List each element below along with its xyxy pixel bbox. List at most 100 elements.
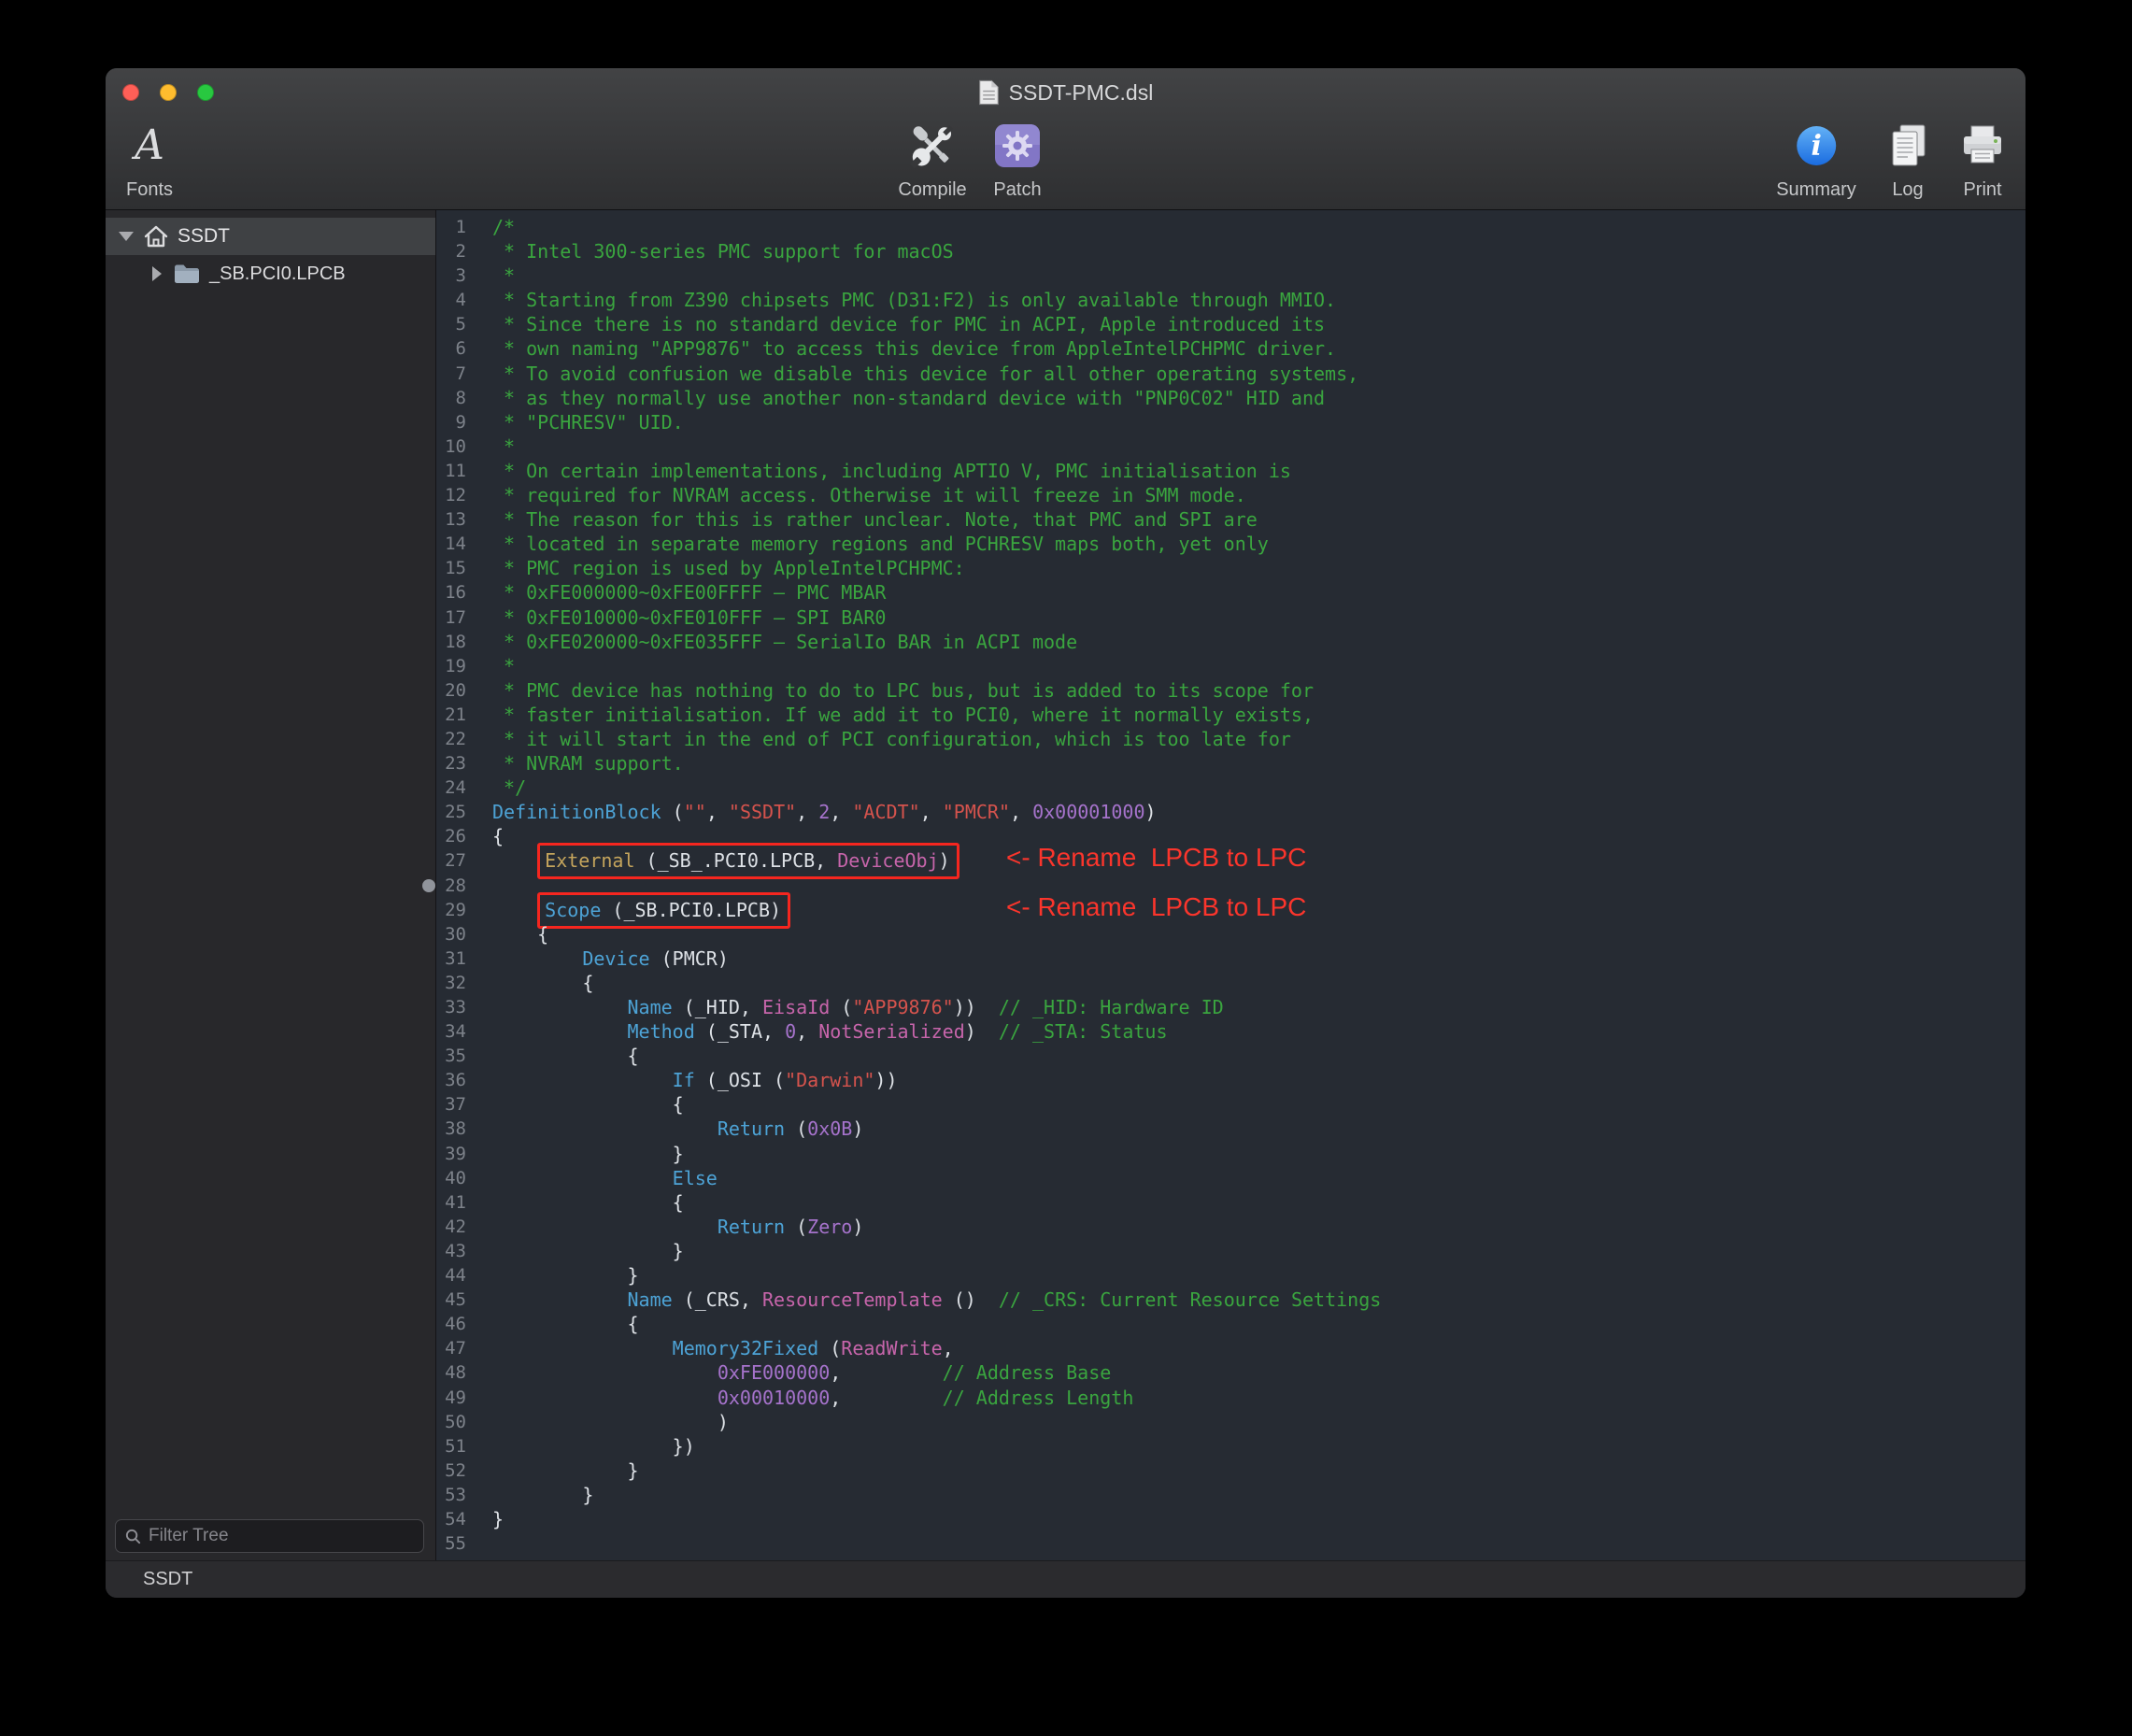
line-number: 39 (436, 1142, 466, 1166)
code-line[interactable]: } (477, 1507, 2025, 1531)
line-number: 51 (436, 1434, 466, 1459)
app-window: SSDT-PMC.dsl A Fonts (106, 68, 2025, 1598)
code-line[interactable]: * Since there is no standard device for … (477, 312, 2025, 336)
code-line[interactable]: { (477, 1312, 2025, 1336)
line-number: 19 (436, 654, 466, 678)
code-line[interactable]: } (477, 1263, 2025, 1288)
line-number: 28 (436, 874, 466, 898)
print-icon (1959, 124, 2006, 167)
code-line[interactable]: * it will start in the end of PCI config… (477, 727, 2025, 751)
code-line[interactable]: * 0xFE000000~0xFE00FFFF — PMC MBAR (477, 580, 2025, 605)
tree-item-sb-pci0-lpcb[interactable]: _SB.PCI0.LPCB (106, 255, 435, 292)
line-number: 55 (436, 1531, 466, 1556)
code-line[interactable]: 0x00010000, // Address Length (477, 1386, 2025, 1410)
line-number: 50 (436, 1410, 466, 1434)
line-number: 22 (436, 727, 466, 751)
disclosure-right-icon[interactable] (152, 266, 162, 281)
line-number: 40 (436, 1166, 466, 1190)
code-line[interactable]: { (477, 971, 2025, 995)
code-line[interactable]: ) (477, 1410, 2025, 1434)
line-number: 43 (436, 1239, 466, 1263)
code-line[interactable]: * Starting from Z390 chipsets PMC (D31:F… (477, 288, 2025, 312)
status-text: SSDT (143, 1569, 192, 1590)
code-line[interactable]: * "PCHRESV" UID. (477, 410, 2025, 434)
code-line[interactable]: * Intel 300-series PMC support for macOS (477, 239, 2025, 263)
code-line[interactable]: * (477, 434, 2025, 459)
code-editor[interactable]: 1234567891011121314151617181920212223242… (436, 210, 2025, 1560)
code-line[interactable]: */ (477, 776, 2025, 800)
code-area[interactable]: /* * Intel 300-series PMC support for ma… (477, 215, 2025, 1560)
line-number: 26 (436, 824, 466, 848)
code-line[interactable]: } (477, 1142, 2025, 1166)
filter-tree-field[interactable] (115, 1519, 424, 1553)
line-number: 20 (436, 678, 466, 703)
code-line[interactable]: } (477, 1483, 2025, 1507)
code-line[interactable]: * The reason for this is rather unclear.… (477, 507, 2025, 532)
close-button[interactable] (122, 84, 139, 101)
code-line[interactable]: * NVRAM support. (477, 751, 2025, 776)
line-number: 34 (436, 1019, 466, 1044)
line-number: 5 (436, 312, 466, 336)
code-line[interactable]: { (477, 1092, 2025, 1117)
line-number: 33 (436, 995, 466, 1019)
code-line[interactable] (477, 1531, 2025, 1556)
code-line[interactable]: Return (0x0B) (477, 1117, 2025, 1141)
code-line[interactable]: * 0xFE010000~0xFE010FFF — SPI BAR0 (477, 605, 2025, 630)
filter-input[interactable] (149, 1526, 415, 1546)
patch-button[interactable]: Patch (990, 119, 1045, 201)
code-line[interactable]: } (477, 1239, 2025, 1263)
code-line[interactable]: Memory32Fixed (ReadWrite, (477, 1336, 2025, 1360)
code-line[interactable]: * faster initialisation. If we add it to… (477, 703, 2025, 727)
summary-info-icon: i (1795, 124, 1838, 167)
code-line[interactable]: Method (_STA, 0, NotSerialized) // _STA:… (477, 1019, 2025, 1044)
line-number: 12 (436, 483, 466, 507)
log-button[interactable]: Log (1885, 119, 1930, 201)
code-line[interactable]: { (477, 922, 2025, 946)
tree-item-ssdt[interactable]: SSDT (106, 218, 435, 255)
tree-item-label: _SB.PCI0.LPCB (209, 263, 346, 285)
fonts-label: Fonts (126, 179, 173, 201)
window-chrome: SSDT-PMC.dsl A Fonts (106, 68, 2025, 210)
title-bar[interactable]: SSDT-PMC.dsl (106, 68, 2025, 117)
zoom-button[interactable] (197, 84, 214, 101)
print-button[interactable]: Print (1959, 119, 2006, 201)
code-line[interactable]: * PMC device has nothing to do to LPC bu… (477, 678, 2025, 703)
code-line[interactable]: * On certain implementations, including … (477, 459, 2025, 483)
code-line[interactable]: * (477, 654, 2025, 678)
code-line[interactable]: * located in separate memory regions and… (477, 532, 2025, 556)
code-line[interactable]: * PMC region is used by AppleIntelPCHPMC… (477, 556, 2025, 580)
code-line[interactable]: * own naming "APP9876" to access this de… (477, 336, 2025, 361)
code-line[interactable]: Name (_CRS, ResourceTemplate () // _CRS:… (477, 1288, 2025, 1312)
code-line[interactable]: /* (477, 215, 2025, 239)
code-line[interactable]: If (_OSI ("Darwin")) (477, 1068, 2025, 1092)
code-line[interactable]: DefinitionBlock ("", "SSDT", 2, "ACDT", … (477, 800, 2025, 824)
minimize-button[interactable] (160, 84, 177, 101)
rename-annotation: <- Rename LPCB to LPC (1006, 895, 1306, 919)
code-line[interactable]: { (477, 1190, 2025, 1215)
code-line[interactable]: * 0xFE020000~0xFE035FFF — SerialIo BAR i… (477, 630, 2025, 654)
code-line[interactable]: } (477, 1459, 2025, 1483)
line-number: 31 (436, 946, 466, 971)
line-number: 41 (436, 1190, 466, 1215)
summary-button[interactable]: i Summary (1776, 119, 1856, 201)
code-line[interactable]: * required for NVRAM access. Otherwise i… (477, 483, 2025, 507)
code-line[interactable]: Scope (_SB.PCI0.LPCB)<- Rename LPCB to L… (477, 898, 2025, 922)
disclosure-down-icon[interactable] (119, 232, 134, 241)
code-line[interactable]: Device (PMCR) (477, 946, 2025, 971)
code-line[interactable]: Else (477, 1166, 2025, 1190)
window-title-group: SSDT-PMC.dsl (978, 79, 1154, 106)
code-line[interactable]: * To avoid confusion we disable this dev… (477, 362, 2025, 386)
code-line[interactable]: * as they normally use another non-stand… (477, 386, 2025, 410)
line-number: 6 (436, 336, 466, 361)
code-line[interactable]: }) (477, 1434, 2025, 1459)
code-line[interactable]: * (477, 263, 2025, 288)
code-line[interactable]: External (_SB_.PCI0.LPCB, DeviceObj)<- R… (477, 848, 2025, 873)
fonts-button[interactable]: A Fonts (126, 119, 173, 201)
code-line[interactable]: 0xFE000000, // Address Base (477, 1360, 2025, 1385)
line-number: 42 (436, 1215, 466, 1239)
code-line[interactable]: Return (Zero) (477, 1215, 2025, 1239)
code-line[interactable]: { (477, 1044, 2025, 1068)
line-number: 11 (436, 459, 466, 483)
code-line[interactable]: Name (_HID, EisaId ("APP9876")) // _HID:… (477, 995, 2025, 1019)
compile-button[interactable]: Compile (898, 119, 966, 201)
